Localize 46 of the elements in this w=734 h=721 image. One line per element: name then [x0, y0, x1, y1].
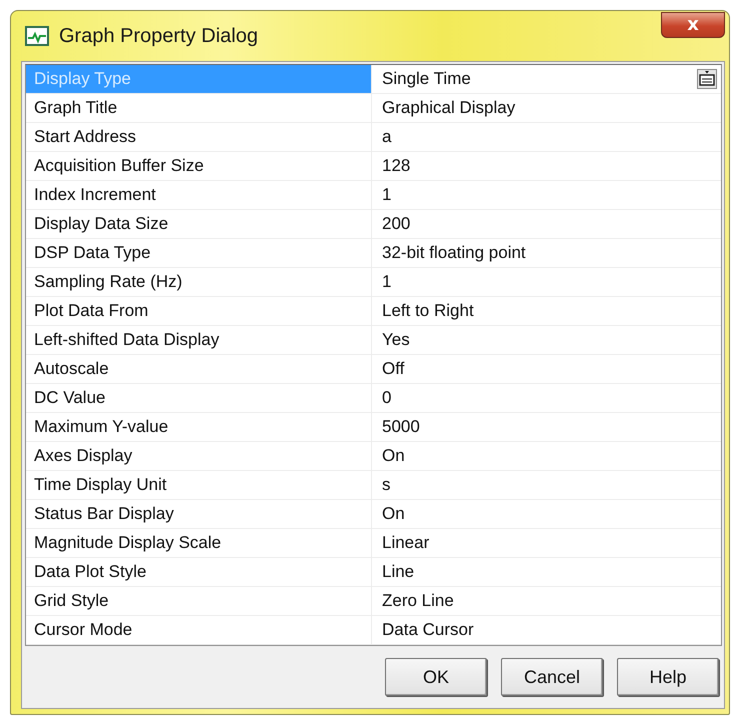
property-name[interactable]: Autoscale	[26, 355, 372, 383]
property-name[interactable]: Axes Display	[26, 442, 372, 470]
property-value[interactable]: Zero Line	[382, 591, 454, 611]
help-button[interactable]: Help	[617, 658, 719, 696]
property-name[interactable]: Sampling Rate (Hz)	[26, 268, 372, 296]
property-name[interactable]: Acquisition Buffer Size	[26, 152, 372, 180]
property-value[interactable]: a	[382, 127, 392, 147]
property-value[interactable]: Graphical Display	[382, 98, 516, 118]
property-value[interactable]: Yes	[382, 330, 410, 350]
property-name[interactable]: Maximum Y-value	[26, 413, 372, 441]
property-name[interactable]: Index Increment	[26, 181, 372, 209]
graph-icon	[25, 26, 49, 46]
property-name[interactable]: Left-shifted Data Display	[26, 326, 372, 354]
property-value[interactable]: Left to Right	[382, 301, 474, 321]
property-name[interactable]: Status Bar Display	[26, 500, 372, 528]
property-value[interactable]: Single Time	[382, 69, 471, 89]
property-value[interactable]: 0	[382, 388, 392, 408]
property-value[interactable]: Linear	[382, 533, 430, 553]
property-name[interactable]: Grid Style	[26, 587, 372, 615]
property-name[interactable]: Cursor Mode	[26, 616, 372, 644]
dropdown-icon[interactable]	[697, 69, 717, 89]
property-value[interactable]: 1	[382, 272, 392, 292]
property-value[interactable]: s	[382, 475, 390, 495]
property-value[interactable]: 32-bit floating point	[382, 243, 526, 263]
property-value[interactable]: Off	[382, 359, 404, 379]
property-name[interactable]: Magnitude Display Scale	[26, 529, 372, 557]
property-value[interactable]: On	[382, 504, 405, 524]
property-name[interactable]: Start Address	[26, 123, 372, 151]
property-value[interactable]: Data Cursor	[382, 620, 474, 640]
property-value[interactable]: On	[382, 446, 405, 466]
property-name[interactable]: Data Plot Style	[26, 558, 372, 586]
property-name[interactable]: DC Value	[26, 384, 372, 412]
property-value[interactable]: 5000	[382, 417, 420, 437]
property-name[interactable]: DSP Data Type	[26, 239, 372, 267]
property-name[interactable]: Time Display Unit	[26, 471, 372, 499]
ok-button[interactable]: OK	[385, 658, 487, 696]
close-button[interactable]: x	[661, 12, 725, 38]
cancel-button[interactable]: Cancel	[501, 658, 603, 696]
property-value[interactable]: 128	[382, 156, 410, 176]
property-value[interactable]: 200	[382, 214, 410, 234]
window-title: Graph Property Dialog	[59, 24, 258, 48]
property-value[interactable]: 1	[382, 185, 392, 205]
property-value[interactable]: Line	[382, 562, 414, 582]
property-name[interactable]: Plot Data From	[26, 297, 372, 325]
property-name[interactable]: Display Data Size	[26, 210, 372, 238]
property-name[interactable]: Graph Title	[26, 94, 372, 122]
